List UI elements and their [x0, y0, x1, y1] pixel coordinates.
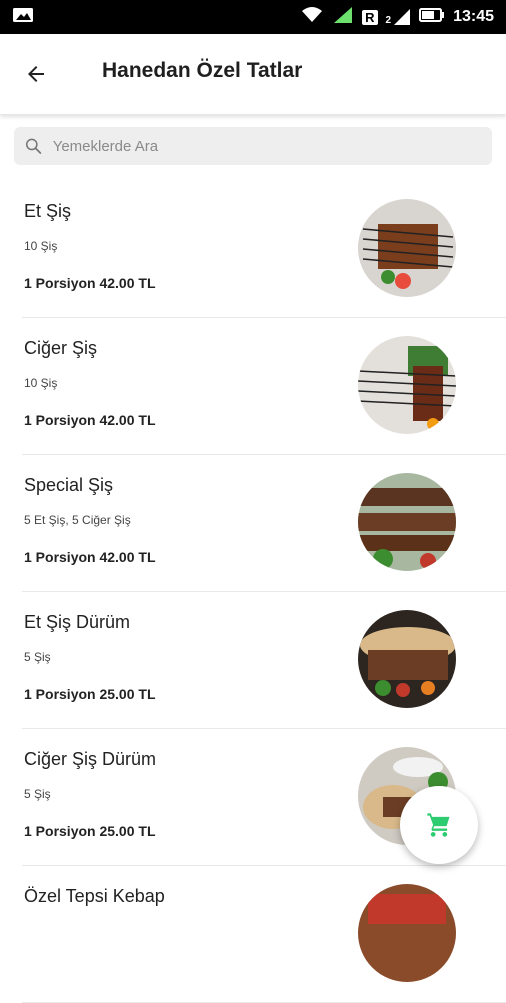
item-image — [358, 199, 456, 297]
battery-icon — [419, 7, 445, 28]
item-name: Et Şiş — [24, 201, 72, 221]
signal-icon — [332, 5, 354, 30]
item-name: Özel Tepsi Kebap — [24, 886, 165, 906]
cart-button[interactable] — [400, 786, 478, 864]
menu-item-special-sis[interactable]: Special Şiş 5 Et Şiş, 5 Ciğer Şiş 1 Pors… — [22, 455, 506, 592]
item-description: 5 Şiş — [24, 787, 51, 801]
wifi-icon — [300, 6, 324, 29]
item-name: Ciğer Şiş — [24, 338, 98, 358]
gallery-notification-icon — [12, 7, 34, 28]
app-bar: Hanedan Özel Tatlar — [0, 34, 506, 115]
signal-2-icon: 2 — [386, 8, 412, 26]
network-label: 2 — [385, 15, 392, 26]
search-bar[interactable] — [14, 127, 492, 165]
menu-item-et-sis[interactable]: Et Şiş 10 Şiş 1 Porsiyon 42.00 TL — [22, 181, 506, 318]
menu-item-et-sis-durum[interactable]: Et Şiş Dürüm 5 Şiş 1 Porsiyon 25.00 TL — [22, 592, 506, 729]
menu-item-ozel-tepsi-kebap[interactable]: Özel Tepsi Kebap — [22, 866, 506, 1003]
item-image — [358, 336, 456, 434]
item-price: 1 Porsiyon 42.00 TL — [24, 412, 156, 428]
item-description: 5 Şiş — [24, 650, 51, 664]
back-button[interactable] — [20, 58, 52, 90]
item-name: Ciğer Şiş Dürüm — [24, 749, 157, 769]
cart-icon — [427, 813, 450, 837]
page-title: Hanedan Özel Tatlar — [102, 59, 303, 82]
sim-badge: R — [362, 9, 378, 25]
search-icon — [25, 138, 42, 154]
item-name: Et Şiş Dürüm — [24, 612, 131, 632]
item-image — [358, 884, 456, 982]
item-name: Special Şiş — [24, 475, 114, 495]
search-input[interactable] — [50, 136, 492, 156]
status-time: 13:45 — [453, 8, 494, 25]
item-image — [358, 610, 456, 708]
status-bar: R 2 13:45 — [0, 0, 506, 34]
item-price: 1 Porsiyon 25.00 TL — [24, 823, 156, 839]
item-description: 5 Et Şiş, 5 Ciğer Şiş — [24, 513, 131, 527]
item-price: 1 Porsiyon 42.00 TL — [24, 549, 156, 565]
item-description: 10 Şiş — [24, 376, 58, 390]
item-price: 1 Porsiyon 25.00 TL — [24, 686, 156, 702]
menu-item-ciger-sis[interactable]: Ciğer Şiş 10 Şiş 1 Porsiyon 42.00 TL — [22, 318, 506, 455]
item-price: 1 Porsiyon 42.00 TL — [24, 275, 156, 291]
item-image — [358, 473, 456, 571]
back-arrow-icon — [28, 66, 44, 82]
menu-list: Et Şiş 10 Şiş 1 Porsiyon 42.00 TL Ciğer … — [0, 181, 506, 1003]
item-description: 10 Şiş — [24, 239, 58, 253]
